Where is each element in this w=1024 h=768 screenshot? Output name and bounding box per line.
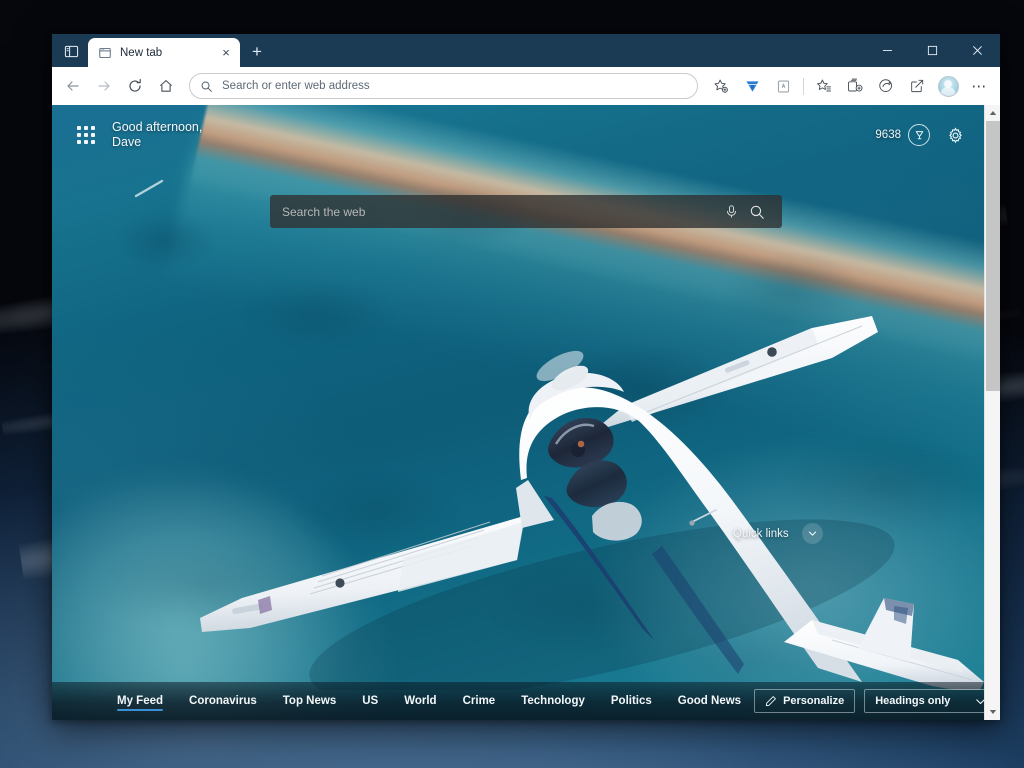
browser-window: New tab × + bbox=[52, 34, 1000, 720]
scroll-up-arrow-icon[interactable] bbox=[985, 105, 1001, 121]
search-input[interactable]: Search the web bbox=[282, 205, 718, 219]
browser-essentials-icon[interactable] bbox=[871, 71, 901, 101]
pencil-icon bbox=[765, 695, 777, 707]
news-tab-world[interactable]: World bbox=[391, 682, 449, 720]
news-tab-technology[interactable]: Technology bbox=[508, 682, 598, 720]
chevron-down-icon[interactable] bbox=[802, 523, 823, 544]
news-tab-crime[interactable]: Crime bbox=[450, 682, 509, 720]
new-tab-button[interactable]: + bbox=[244, 39, 270, 65]
add-to-favorites-icon[interactable] bbox=[706, 71, 736, 101]
greeting-line-2: Dave bbox=[112, 135, 202, 150]
back-arrow-icon[interactable] bbox=[58, 71, 88, 101]
boat-wake bbox=[132, 177, 172, 201]
layout-select[interactable]: Headings only bbox=[864, 689, 996, 713]
title-bar: New tab × + bbox=[52, 34, 1000, 67]
search-icon[interactable] bbox=[744, 204, 770, 220]
scroll-down-arrow-icon[interactable] bbox=[985, 704, 1001, 720]
news-bar-actions: Personalize Headings only bbox=[754, 688, 1000, 714]
browser-toolbar: Search or enter web address bbox=[52, 67, 1000, 105]
news-tab-my-feed[interactable]: My Feed bbox=[104, 682, 176, 720]
rewards-count: 9638 bbox=[875, 129, 901, 141]
scrollbar-thumb[interactable] bbox=[986, 121, 1000, 391]
refresh-icon[interactable] bbox=[120, 71, 150, 101]
immersive-reader-icon[interactable] bbox=[768, 71, 798, 101]
quick-links-label: Quick links bbox=[733, 528, 789, 540]
app-launcher-icon[interactable] bbox=[74, 123, 98, 147]
close-icon[interactable]: × bbox=[218, 45, 234, 61]
new-tab-header: Good afternoon, Dave 9638 bbox=[52, 105, 1000, 165]
scrollbar-track[interactable] bbox=[985, 121, 1001, 704]
quick-links-toggle[interactable]: Quick links bbox=[733, 523, 823, 544]
microphone-icon[interactable] bbox=[718, 204, 744, 219]
greeting: Good afternoon, Dave bbox=[112, 120, 202, 150]
maximize-button[interactable] bbox=[910, 34, 955, 67]
toolbar-divider bbox=[803, 78, 804, 95]
news-tab-coronavirus[interactable]: Coronavirus bbox=[176, 682, 270, 720]
layout-select-value: Headings only bbox=[875, 695, 974, 707]
news-bar: My Feed Coronavirus Top News US World Cr… bbox=[52, 682, 1000, 720]
close-button[interactable] bbox=[955, 34, 1000, 67]
personalize-label: Personalize bbox=[783, 695, 844, 707]
collections-icon[interactable] bbox=[840, 71, 870, 101]
new-tab-page-icon bbox=[98, 46, 112, 60]
tab-actions-icon[interactable] bbox=[57, 37, 85, 65]
new-tab-page: Good afternoon, Dave 9638 bbox=[52, 105, 1000, 720]
favorites-icon[interactable] bbox=[809, 71, 839, 101]
address-bar-placeholder: Search or enter web address bbox=[222, 80, 370, 92]
desktop-wallpaper: New tab × + bbox=[0, 0, 1024, 768]
search-box[interactable]: Search the web bbox=[270, 195, 782, 228]
window-controls bbox=[865, 34, 1000, 67]
news-tab-good-news[interactable]: Good News bbox=[665, 682, 754, 720]
forward-arrow-icon[interactable] bbox=[89, 71, 119, 101]
news-tab-politics[interactable]: Politics bbox=[598, 682, 665, 720]
settings-and-more-icon[interactable]: ⋯ bbox=[964, 71, 994, 101]
rewards-button[interactable]: 9638 bbox=[875, 124, 930, 146]
news-tab-us[interactable]: US bbox=[349, 682, 391, 720]
greeting-line-1: Good afternoon, bbox=[112, 120, 202, 135]
news-tab-top-news[interactable]: Top News bbox=[270, 682, 349, 720]
share-icon[interactable] bbox=[902, 71, 932, 101]
rewards-trophy-icon bbox=[908, 124, 930, 146]
avatar bbox=[938, 76, 959, 97]
search-icon bbox=[200, 80, 214, 93]
news-category-nav: My Feed Coronavirus Top News US World Cr… bbox=[104, 682, 754, 720]
minimize-button[interactable] bbox=[865, 34, 910, 67]
profile-avatar[interactable] bbox=[933, 71, 963, 101]
page-scrollbar[interactable] bbox=[984, 105, 1000, 720]
tab-title: New tab bbox=[120, 47, 210, 59]
gear-icon[interactable] bbox=[944, 124, 966, 146]
airplane-illustration bbox=[172, 310, 992, 690]
home-icon[interactable] bbox=[151, 71, 181, 101]
browser-tab[interactable]: New tab × bbox=[88, 38, 240, 67]
new-tab-header-actions: 9638 bbox=[875, 124, 966, 146]
shopping-deals-icon[interactable] bbox=[737, 71, 767, 101]
personalize-button[interactable]: Personalize bbox=[754, 689, 855, 713]
address-bar[interactable]: Search or enter web address bbox=[189, 73, 698, 99]
